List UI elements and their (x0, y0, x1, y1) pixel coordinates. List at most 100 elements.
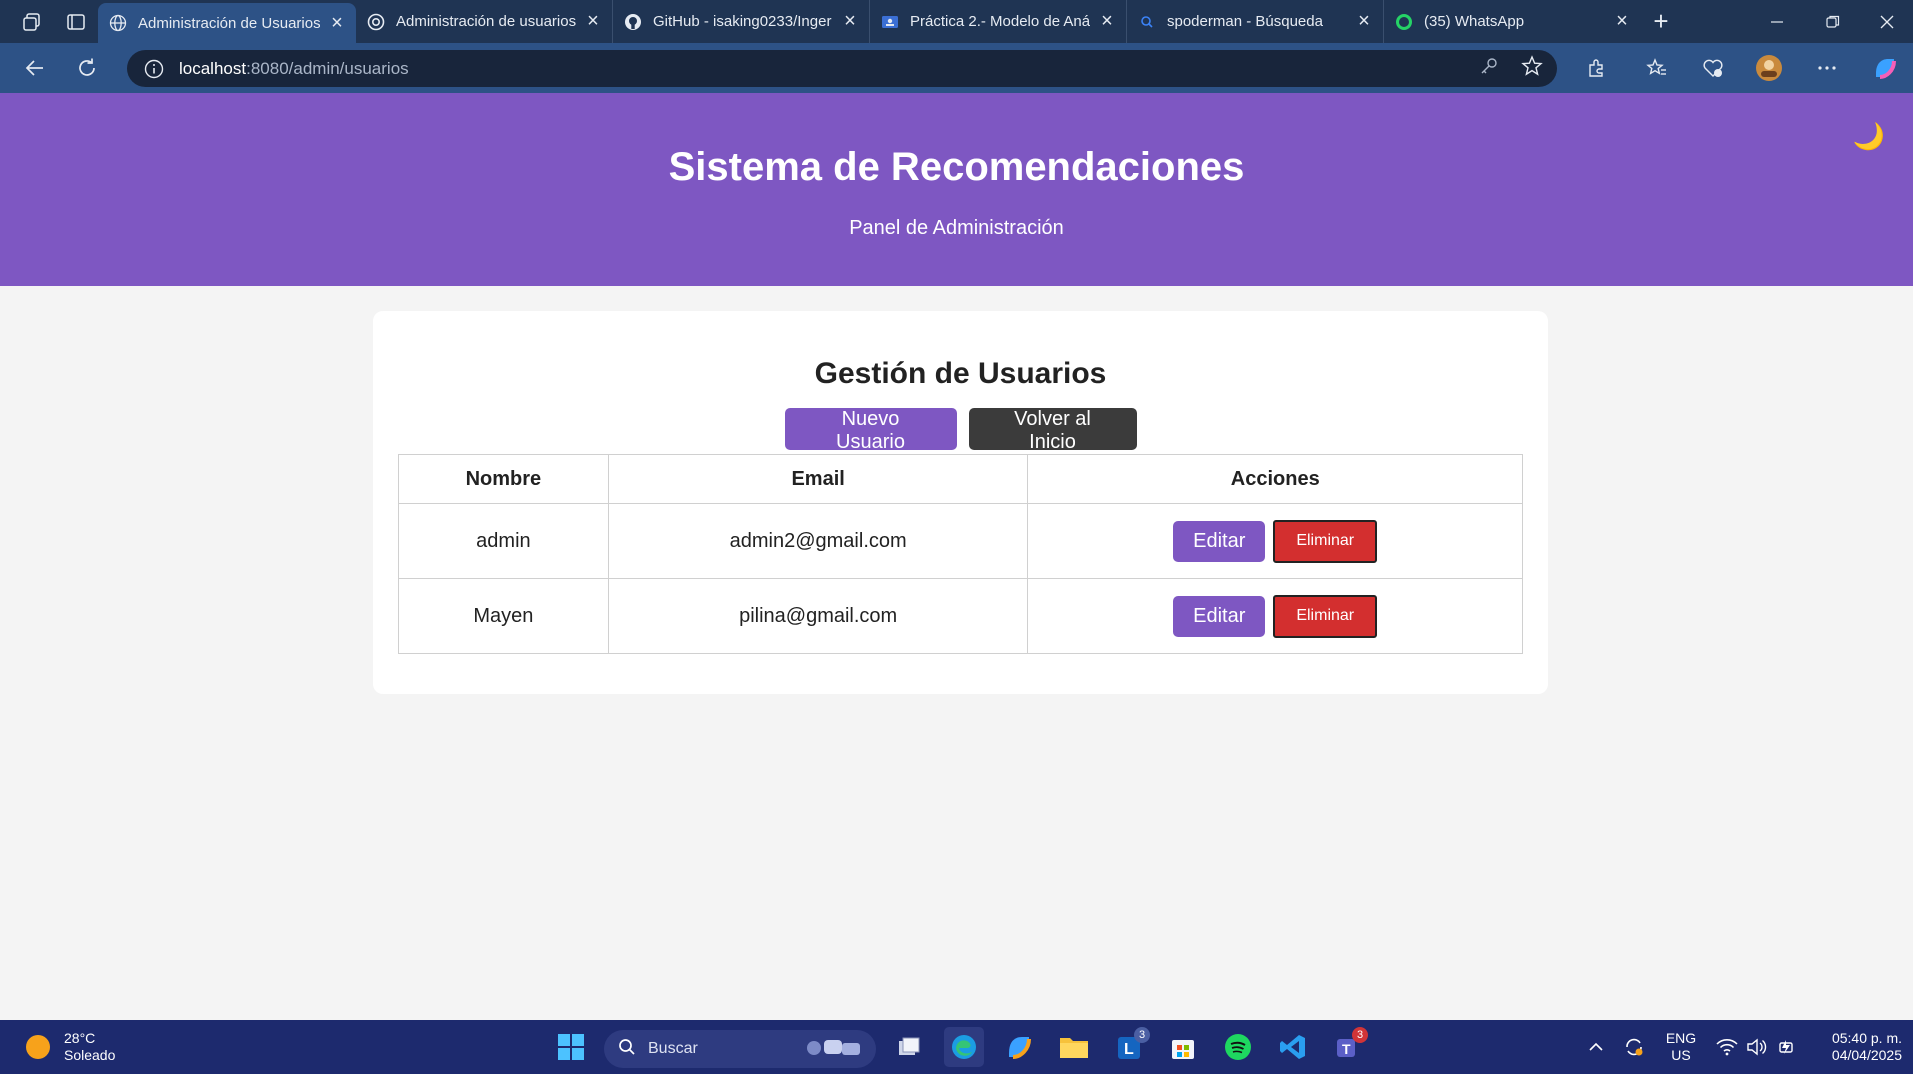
tab-title: spoderman - Búsqueda (1167, 13, 1323, 30)
more-menu-icon[interactable] (1807, 43, 1847, 93)
clock-date: 04/04/2025 (1831, 1047, 1902, 1063)
wifi-icon[interactable] (1713, 1020, 1741, 1074)
openai-icon (366, 12, 386, 32)
task-view-icon[interactable] (889, 1027, 929, 1067)
edge-icon[interactable] (944, 1027, 984, 1067)
page-title: Sistema de Recomendaciones (668, 145, 1245, 189)
tab-actions-icon[interactable] (54, 0, 98, 43)
close-tab-icon[interactable]: × (839, 10, 861, 33)
workspaces-icon[interactable] (10, 0, 54, 43)
outlook-badge: 3 (1134, 1027, 1150, 1043)
tab-github[interactable]: GitHub - isaking0233/Inger × (613, 0, 870, 43)
delete-user-button[interactable]: Eliminar (1273, 519, 1378, 563)
favorite-star-icon[interactable] (1521, 55, 1543, 82)
tab-title: (35) WhatsApp (1424, 13, 1525, 30)
user-name-cell: admin (398, 503, 609, 579)
user-email-cell: admin2@gmail.com (607, 503, 1029, 579)
tab-title: GitHub - isaking0233/Inger (653, 13, 832, 30)
teams-icon[interactable]: T 3 (1328, 1027, 1368, 1067)
start-windows-icon[interactable] (551, 1027, 591, 1067)
search-placeholder: Buscar (648, 1040, 698, 1057)
page-content: Sistema de Recomendaciones Panel de Admi… (0, 93, 1913, 1020)
close-tab-icon[interactable]: × (326, 12, 348, 34)
spotify-icon[interactable] (1218, 1027, 1258, 1067)
table-header-row: Nombre Email Acciones (398, 454, 1523, 504)
sun-icon (26, 1035, 50, 1059)
outlook-icon[interactable]: L 3 (1110, 1027, 1150, 1067)
close-tab-icon[interactable]: × (1611, 10, 1633, 33)
theme-toggle-moon-icon[interactable]: 🌙 (1853, 121, 1885, 152)
users-table: Nombre Email Acciones admin admin2@gmail… (398, 454, 1523, 654)
clock-time: 05:40 p. m. (1831, 1030, 1902, 1046)
tab-busqueda[interactable]: spoderman - Búsqueda × (1127, 0, 1384, 43)
browser-essentials-icon[interactable] (1693, 43, 1733, 93)
delete-user-button[interactable]: Eliminar (1273, 594, 1378, 638)
user-email-cell: pilina@gmail.com (607, 578, 1029, 654)
close-tab-icon[interactable]: × (582, 10, 604, 33)
column-header-email: Email (607, 454, 1029, 504)
svg-text:T: T (1342, 1041, 1351, 1057)
taskbar-search-input[interactable]: Buscar (604, 1030, 876, 1068)
column-header-nombre: Nombre (398, 454, 609, 504)
svg-text:L: L (1124, 1041, 1134, 1058)
tab-title: Práctica 2.- Modelo de Aná (910, 13, 1090, 30)
avatar[interactable] (1749, 43, 1789, 93)
edit-user-button[interactable]: Editar (1173, 595, 1266, 637)
file-explorer-icon[interactable] (1054, 1027, 1094, 1067)
tab-whatsapp[interactable]: (35) WhatsApp × (1384, 0, 1641, 43)
site-info-icon[interactable] (143, 58, 165, 80)
microsoft-store-icon[interactable] (1163, 1027, 1203, 1067)
volume-icon[interactable] (1743, 1020, 1771, 1074)
action-buttons: Nuevo Usuario Volver al Inicio (373, 408, 1548, 453)
user-name-cell: Mayen (398, 578, 609, 654)
minimize-icon[interactable] (1749, 0, 1805, 43)
tab-admin-usuarios[interactable]: Administración de Usuarios × (98, 3, 356, 43)
reload-icon[interactable] (61, 43, 113, 93)
user-actions-cell: Editar Eliminar (1027, 503, 1523, 579)
sync-icon[interactable] (1618, 1020, 1650, 1074)
close-window-icon[interactable] (1861, 0, 1913, 43)
system-clock[interactable]: 05:40 p. m. 04/04/2025 (1810, 1030, 1902, 1064)
users-card: Gestión de Usuarios Nuevo Usuario Volver… (373, 311, 1548, 694)
whatsapp-icon (1394, 12, 1414, 32)
url-path: :8080/admin/usuarios (246, 58, 409, 78)
url-bar[interactable]: localhost:8080/admin/usuarios (127, 50, 1557, 87)
language-indicator[interactable]: ENG US (1663, 1030, 1699, 1064)
new-user-button[interactable]: Nuevo Usuario (784, 408, 957, 453)
windows-taskbar: 28°C Soleado Buscar L 3 T 3 ENG US 05:40… (0, 1020, 1913, 1074)
address-bar: localhost:8080/admin/usuarios (0, 43, 1913, 93)
tab-admin-usuarios-2[interactable]: Administración de usuarios × (356, 0, 613, 43)
back-home-button[interactable]: Volver al Inicio (968, 408, 1137, 453)
new-tab-icon[interactable]: + (1641, 0, 1681, 43)
restore-icon[interactable] (1805, 0, 1861, 43)
tab-bar: Administración de Usuarios × Administrac… (0, 0, 1913, 43)
chevron-up-icon[interactable] (1580, 1020, 1612, 1074)
vscode-icon[interactable] (1273, 1027, 1313, 1067)
search-icon (618, 1038, 636, 1061)
region-code: US (1671, 1047, 1691, 1063)
back-arrow-icon[interactable] (9, 43, 61, 93)
url-host: localhost (179, 58, 247, 78)
github-icon (623, 12, 643, 32)
column-header-acciones: Acciones (1027, 454, 1523, 504)
copilot-icon[interactable] (1865, 43, 1905, 93)
edit-user-button[interactable]: Editar (1173, 520, 1266, 562)
weather-widget[interactable]: 28°C Soleado (26, 1030, 115, 1064)
search-highlight-icon (804, 1034, 864, 1065)
close-tab-icon[interactable]: × (1096, 10, 1118, 33)
classroom-icon (880, 12, 900, 32)
copilot-app-icon[interactable] (999, 1027, 1039, 1067)
user-actions-cell: Editar Eliminar (1027, 578, 1523, 654)
battery-charging-icon[interactable] (1773, 1020, 1801, 1074)
tab-practica[interactable]: Práctica 2.- Modelo de Aná × (870, 0, 1127, 43)
page-header: Sistema de Recomendaciones Panel de Admi… (0, 93, 1913, 286)
close-tab-icon[interactable]: × (1353, 10, 1375, 33)
table-row: admin admin2@gmail.com Editar Eliminar (398, 503, 1523, 579)
extensions-icon[interactable] (1576, 43, 1616, 93)
key-icon[interactable] (1479, 56, 1499, 81)
tab-title: Administración de Usuarios (138, 14, 320, 32)
favorites-icon[interactable] (1637, 43, 1677, 93)
tab-title: Administración de usuarios (396, 13, 576, 30)
page-subtitle: Panel de Administración (849, 217, 1064, 239)
weather-temperature: 28°C (64, 1030, 96, 1046)
